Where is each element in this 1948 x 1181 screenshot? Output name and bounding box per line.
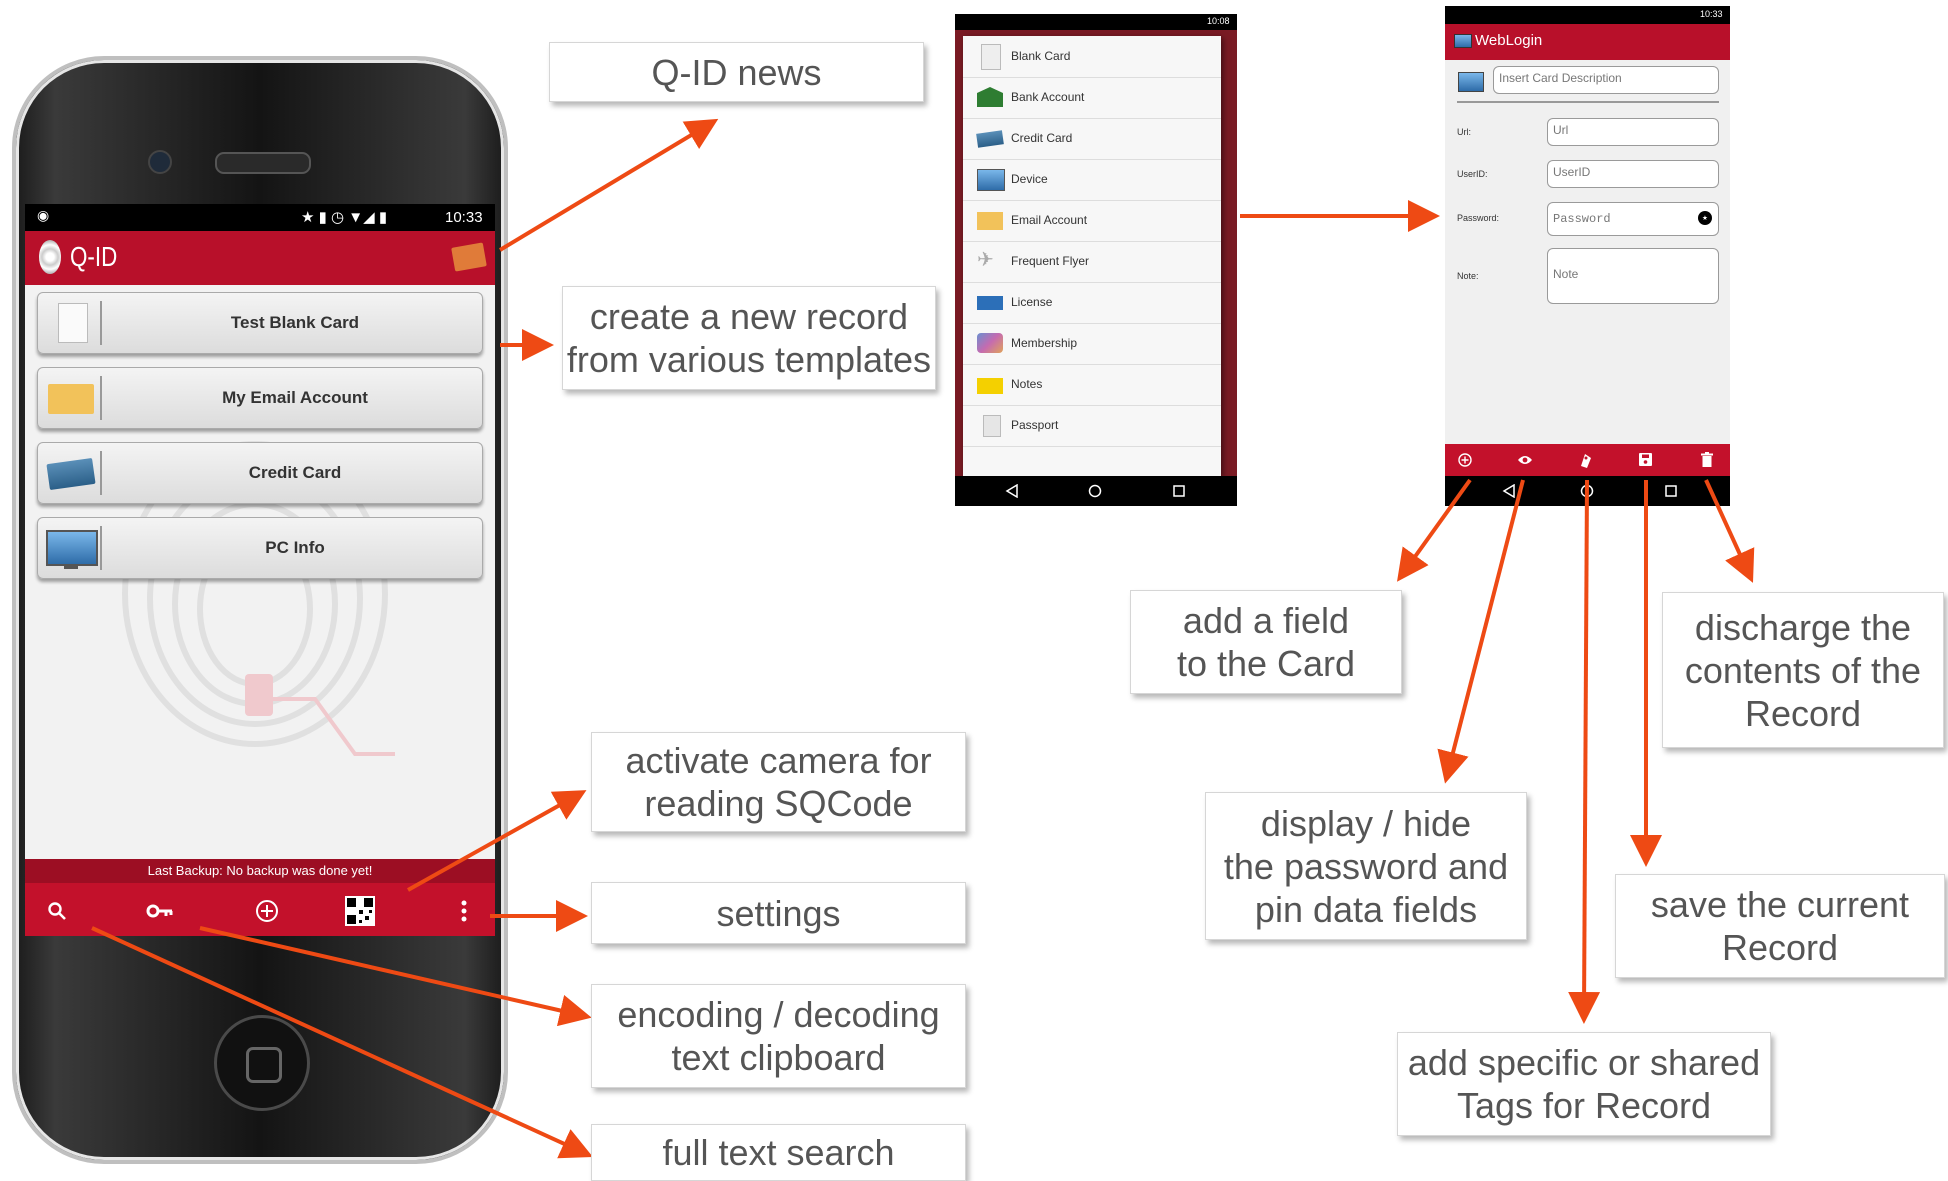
callout-line: full text search xyxy=(662,1132,895,1173)
callout-display-hide: display / hide the password and pin data… xyxy=(1205,792,1527,940)
annotation-arrows xyxy=(91,118,1755,1159)
callout-search: full text search xyxy=(591,1124,966,1181)
callout-line: from various templates xyxy=(566,339,932,380)
callout-line: encoding / decoding xyxy=(617,994,940,1035)
callout-line: activate camera for xyxy=(625,740,932,781)
callout-line: pin data fields xyxy=(1254,888,1478,930)
callout-line: contents of the xyxy=(1684,649,1922,691)
callout-line: Record xyxy=(1721,927,1839,968)
callout-discharge: discharge the contents of the Record xyxy=(1662,592,1944,748)
callout-line: add specific or shared xyxy=(1407,1042,1761,1083)
callout-create-record: create a new record from various templat… xyxy=(562,286,936,390)
callout-line: display / hide xyxy=(1260,802,1472,844)
arrow-search xyxy=(91,926,593,1159)
callout-encoding: encoding / decoding text clipboard xyxy=(591,984,966,1088)
callout-line: settings xyxy=(716,892,841,934)
callout-line: create a new record xyxy=(589,296,909,337)
callout-line: to the Card xyxy=(1176,643,1356,684)
callout-line: reading SQCode xyxy=(644,783,913,824)
callout-settings: settings xyxy=(591,882,966,944)
arrow-camera xyxy=(407,790,587,892)
callout-line: text clipboard xyxy=(671,1037,886,1078)
callout-line: save the current xyxy=(1650,884,1910,925)
callout-line: the password and xyxy=(1223,845,1509,887)
callout-line: Record xyxy=(1744,692,1862,734)
callout-news: Q-ID news xyxy=(549,42,924,102)
callout-line: discharge the xyxy=(1694,606,1912,648)
arrow-tags xyxy=(1568,479,1601,1024)
callout-line: add a field xyxy=(1182,600,1350,641)
callout-camera: activate camera for reading SQCode xyxy=(591,732,966,832)
callout-line: Tags for Record xyxy=(1456,1085,1712,1126)
arrow-display xyxy=(1437,479,1525,784)
callout-save: save the current Record xyxy=(1615,874,1945,978)
callout-line: Q-ID news xyxy=(651,51,822,93)
arrow-discharge xyxy=(1704,479,1755,583)
arrow-news xyxy=(498,118,719,252)
callout-add-field: add a field to the Card xyxy=(1130,590,1402,694)
callout-tags: add specific or shared Tags for Record xyxy=(1397,1032,1771,1136)
arrow-add-field xyxy=(1397,478,1472,582)
